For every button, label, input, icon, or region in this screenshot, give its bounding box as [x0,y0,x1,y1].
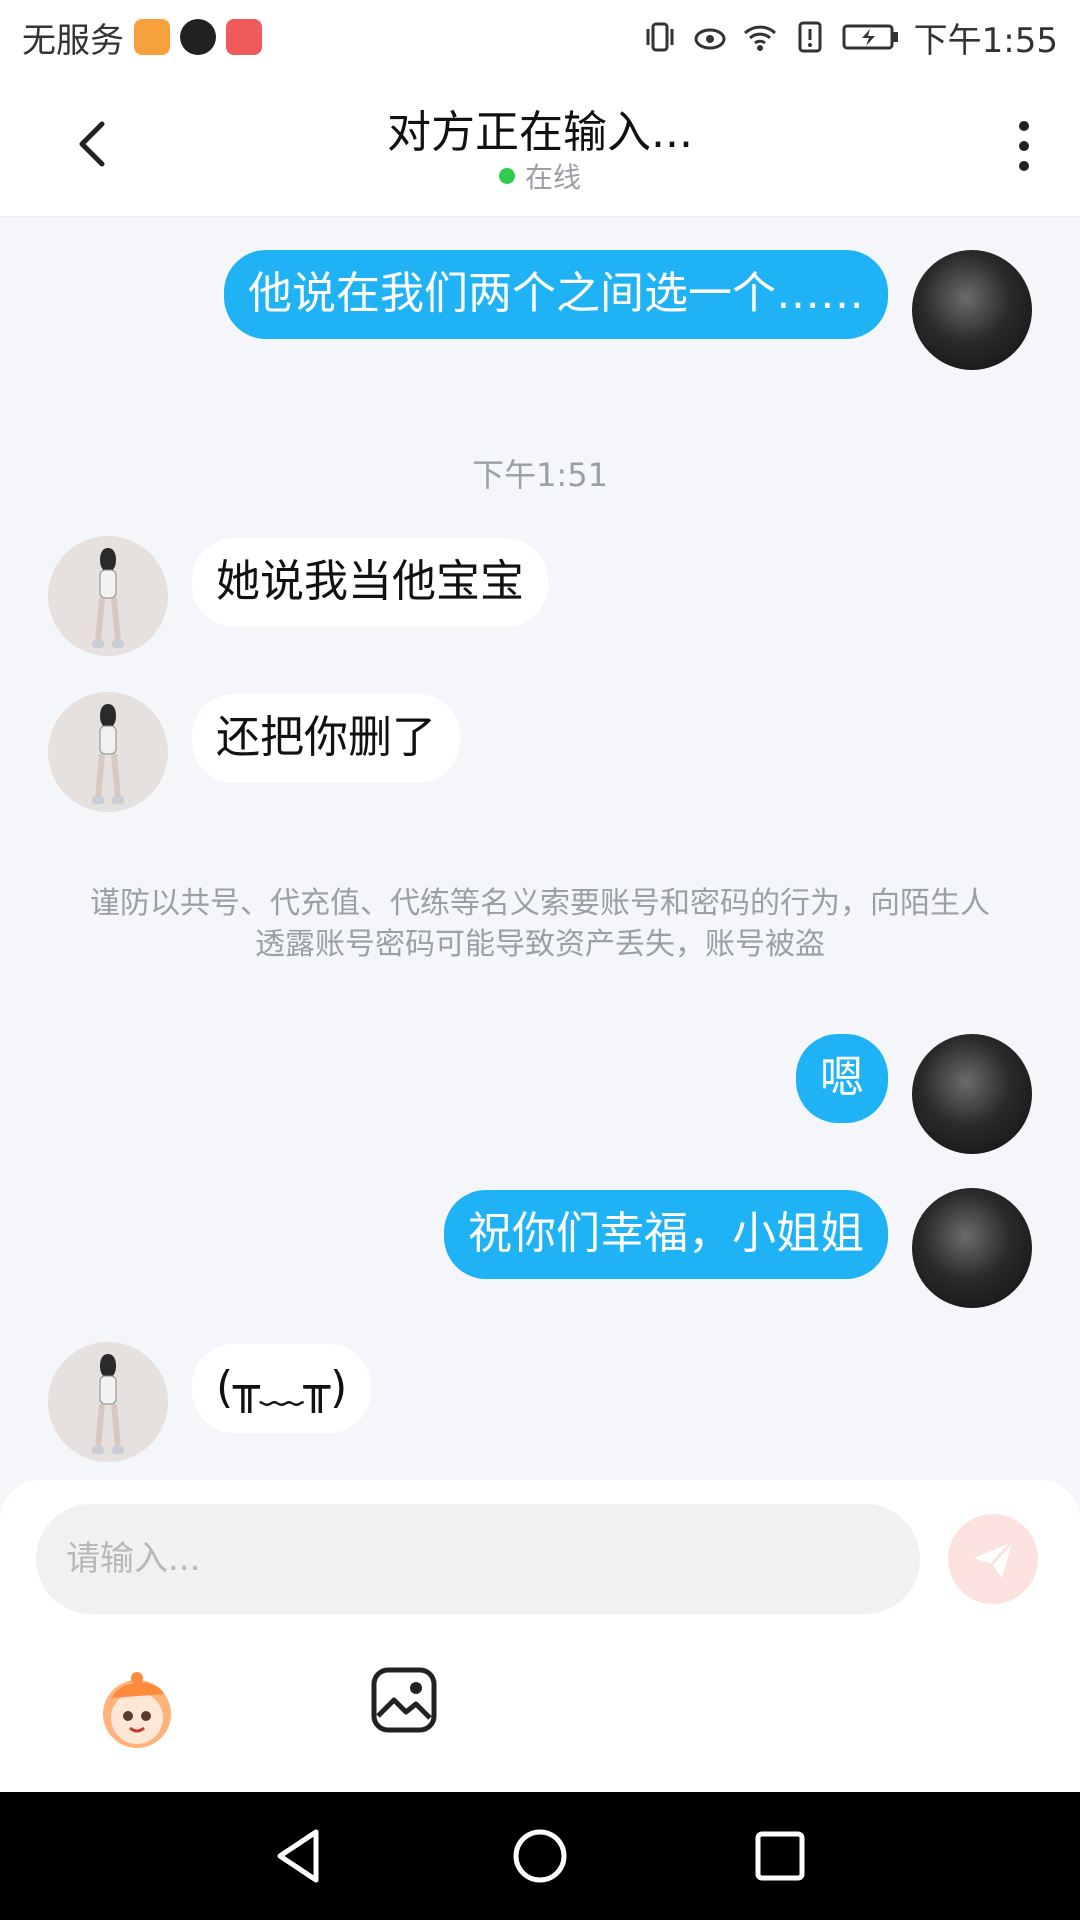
image-picker-icon[interactable] [370,1666,438,1734]
message-bubble-outgoing[interactable]: 嗯 [796,1034,888,1123]
contact-avatar[interactable] [48,692,168,812]
wifi-icon [743,25,776,51]
contact-avatar[interactable] [48,536,168,656]
game-app-icon [180,19,216,55]
send-icon [974,1540,1014,1578]
nav-back-icon[interactable] [268,1824,332,1888]
message-bubble-incoming[interactable]: 还把你删了 [192,694,460,783]
chat-header: 对方正在输入... 在线 [0,74,1080,217]
my-avatar[interactable] [912,1188,1032,1308]
carrier-text: 无服务 [22,20,124,61]
emoji-icon[interactable] [92,1664,182,1754]
online-dot-icon [498,168,515,184]
huawei-store-icon [226,19,262,55]
timestamp: 下午1:51 [472,456,608,494]
my-avatar[interactable] [912,250,1032,370]
battery-icon [842,24,898,50]
clock: 下午1:55 [913,20,1058,61]
vibrate-icon [646,22,674,52]
my-avatar[interactable] [912,1034,1032,1154]
eye-comfort-icon [694,28,726,50]
more-options-icon[interactable] [1004,118,1044,174]
message-bubble-outgoing[interactable]: 祝你们幸福，小姐姐 [444,1190,888,1279]
message-input[interactable] [36,1504,920,1614]
send-button[interactable] [948,1514,1038,1604]
system-navigation-bar [0,1792,1080,1920]
video-app-icon [134,19,170,55]
nav-recents-icon[interactable] [748,1824,812,1888]
chat-title: 对方正在输入... [387,107,693,158]
contact-avatar-figure [92,548,124,648]
safety-notice: 谨防以共号、代充值、代练等名义索要账号和密码的行为，向陌生人透露账号密码可能导致… [90,886,990,962]
nav-home-icon[interactable] [508,1824,572,1888]
contact-avatar-figure [92,1354,124,1454]
message-bubble-incoming[interactable]: (╥﹏╥) [192,1344,372,1433]
message-bubble-incoming[interactable]: 她说我当他宝宝 [192,538,548,627]
contact-avatar[interactable] [48,1342,168,1462]
input-panel [0,1480,1080,1792]
status-bar: 无服务 下午1:55 [0,0,1080,74]
contact-avatar-figure [92,704,124,804]
online-status: 在线 [0,156,1080,196]
message-bubble-outgoing[interactable]: 他说在我们两个之间选一个…… [224,250,888,339]
online-status-text: 在线 [524,161,581,194]
sim-alert-icon [798,21,822,53]
